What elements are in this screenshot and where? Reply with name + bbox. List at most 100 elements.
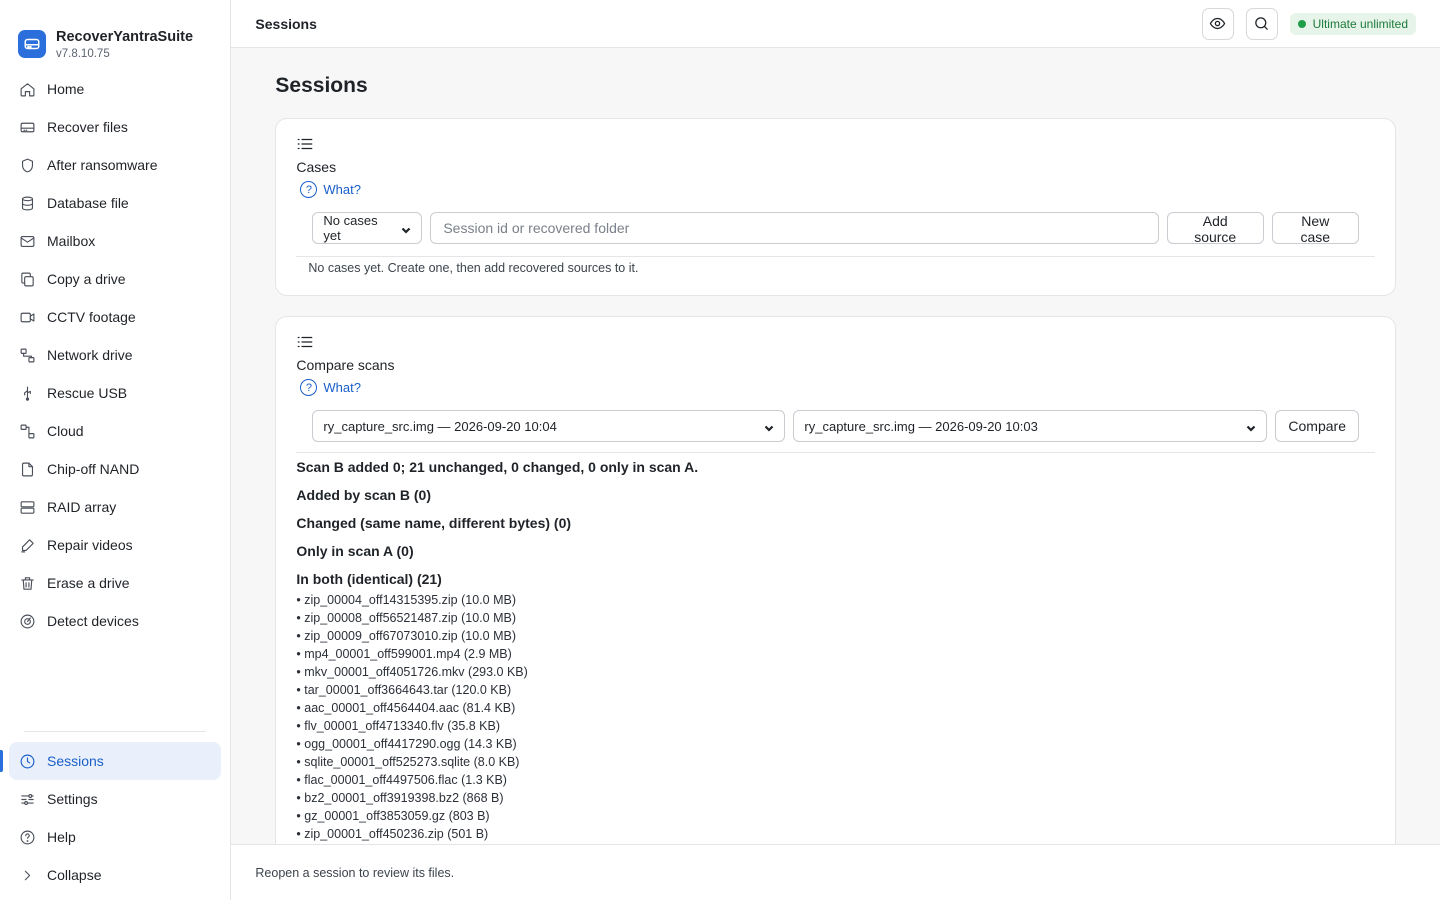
cases-what-link[interactable]: ? What? — [300, 181, 1375, 198]
search-icon — [1253, 15, 1270, 32]
scan-a-select[interactable]: ry_capture_src.img — 2026-09-20 10:04 — [312, 410, 786, 442]
cases-controls: No cases yet Add source New case — [312, 212, 1360, 245]
list-icon — [296, 333, 314, 351]
main-nav: Home Recover files After ransomware Data… — [0, 70, 230, 640]
plan-badge: Ultimate unlimited — [1289, 12, 1416, 35]
changed-heading: Changed (same name, different bytes) (0) — [296, 515, 572, 531]
compare-title: Compare scans — [296, 357, 395, 373]
cases-empty-hint: No cases yet. Create one, then add recov… — [308, 261, 639, 275]
nav-label: Database file — [47, 195, 129, 211]
nav-repair-videos[interactable]: Repair videos — [9, 526, 221, 564]
nav-label: Chip-off NAND — [47, 461, 140, 477]
nav-copy-drive[interactable]: Copy a drive — [9, 260, 221, 298]
home-icon — [18, 80, 36, 98]
nav-collapse[interactable]: Collapse — [9, 856, 221, 894]
divider — [296, 256, 1375, 257]
nav-cloud[interactable]: Cloud — [9, 412, 221, 450]
compare-what-link[interactable]: ? What? — [300, 379, 1375, 396]
nav-mailbox[interactable]: Mailbox — [9, 222, 221, 260]
both-heading: In both (identical) (21) — [296, 571, 442, 587]
nav-label: Network drive — [47, 347, 133, 363]
nav-chip-off-nand[interactable]: Chip-off NAND — [9, 450, 221, 488]
preview-button[interactable] — [1201, 7, 1234, 40]
list-item: • zip_00009_off67073010.zip (10.0 MB) — [296, 629, 516, 643]
nav-label: Collapse — [47, 867, 102, 883]
list-item: • zip_00008_off56521487.zip (10.0 MB) — [296, 611, 516, 625]
eye-icon — [1209, 15, 1226, 32]
mail-icon — [18, 232, 36, 250]
list-item: • gz_00001_off3853059.gz (803 B) — [296, 809, 490, 823]
nav-after-ransomware[interactable]: After ransomware — [9, 146, 221, 184]
nav-label: Sessions — [47, 753, 104, 769]
chevron-right-icon — [18, 866, 36, 884]
topbar-title: Sessions — [255, 15, 317, 32]
nav-raid-array[interactable]: RAID array — [9, 488, 221, 526]
nav-label: Cloud — [47, 423, 84, 439]
only-a-heading: Only in scan A (0) — [296, 543, 414, 559]
scan-a-value: ry_capture_src.img — 2026-09-20 10:04 — [323, 418, 557, 434]
database-icon — [18, 194, 36, 212]
nav-database-file[interactable]: Database file — [9, 184, 221, 222]
nav-label: Settings — [47, 791, 98, 807]
video-icon — [18, 308, 36, 326]
add-source-button[interactable]: Add source — [1166, 212, 1264, 245]
raid-icon — [18, 498, 36, 516]
compare-summary: Scan B added 0; 21 unchanged, 0 changed,… — [296, 459, 699, 475]
nav-home[interactable]: Home — [9, 70, 221, 108]
nav-label: RAID array — [47, 499, 117, 515]
status-dot-icon — [1297, 19, 1306, 28]
shield-icon — [18, 156, 36, 174]
question-icon: ? — [300, 379, 318, 396]
detect-icon — [18, 612, 36, 630]
nav-label: Repair videos — [47, 537, 133, 553]
case-select[interactable]: No cases yet — [312, 212, 423, 244]
nav-detect-devices[interactable]: Detect devices — [9, 602, 221, 640]
nav-rescue-usb[interactable]: Rescue USB — [9, 374, 221, 412]
scan-b-select[interactable]: ry_capture_src.img — 2026-09-20 10:03 — [793, 410, 1268, 442]
list-item: • sqlite_00001_off525273.sqlite (8.0 KB) — [296, 755, 520, 769]
help-icon — [18, 828, 36, 846]
nav-help[interactable]: Help — [9, 818, 221, 856]
list-item: • ogg_00001_off4417290.ogg (14.3 KB) — [296, 737, 517, 751]
brand: RecoverYantraSuite v7.8.10.75 — [0, 0, 230, 70]
active-indicator — [0, 750, 3, 772]
cloud-icon — [18, 422, 36, 440]
case-select-value: No cases yet — [323, 213, 378, 243]
list-item: • zip_00001_off450236.zip (501 B) — [296, 827, 489, 841]
list-icon — [296, 135, 314, 153]
trash-icon — [18, 574, 36, 592]
search-button[interactable] — [1245, 7, 1278, 40]
list-item: • tar_00001_off3664643.tar (120.0 KB) — [296, 683, 512, 697]
file-icon — [18, 460, 36, 478]
what-label: What? — [323, 182, 361, 197]
nav-label: Rescue USB — [47, 385, 128, 401]
nav-network-drive[interactable]: Network drive — [9, 336, 221, 374]
session-source-input[interactable] — [430, 212, 1159, 244]
list-item: • zip_00004_off14315395.zip (10.0 MB) — [296, 593, 516, 607]
chevron-down-icon — [1246, 421, 1256, 432]
topbar: Sessions Ultimate unlimited — [231, 0, 1440, 48]
nav-erase-drive[interactable]: Erase a drive — [9, 564, 221, 602]
nav-label: Recover files — [47, 119, 128, 135]
cases-card: Cases ? What? No cases yet Add source Ne… — [275, 118, 1396, 296]
new-case-button[interactable]: New case — [1271, 212, 1360, 245]
compare-button[interactable]: Compare — [1275, 410, 1359, 442]
nav-cctv[interactable]: CCTV footage — [9, 298, 221, 336]
chevron-down-icon — [764, 421, 774, 432]
nav-divider — [24, 731, 207, 732]
nav-settings[interactable]: Settings — [9, 780, 221, 818]
nav-recover-files[interactable]: Recover files — [9, 108, 221, 146]
nav-sessions[interactable]: Sessions — [9, 742, 222, 780]
sliders-icon — [18, 790, 36, 808]
app-logo-icon — [18, 30, 46, 58]
chevron-down-icon — [401, 223, 411, 234]
identical-file-list: • zip_00004_off14315395.zip (10.0 MB) • … — [296, 591, 1375, 843]
list-item: • flac_00001_off4497506.flac (1.3 KB) — [296, 773, 507, 787]
list-item: • mp4_00001_off599001.mp4 (2.9 MB) — [296, 647, 512, 661]
list-item: • flv_00001_off4713340.flv (35.8 KB) — [296, 719, 501, 733]
added-heading: Added by scan B (0) — [296, 487, 431, 503]
nav-label: Copy a drive — [47, 271, 126, 287]
app-name: RecoverYantraSuite — [56, 28, 194, 45]
nav-label: CCTV footage — [47, 309, 136, 325]
list-item: • aac_00001_off4564404.aac (81.4 KB) — [296, 701, 516, 715]
